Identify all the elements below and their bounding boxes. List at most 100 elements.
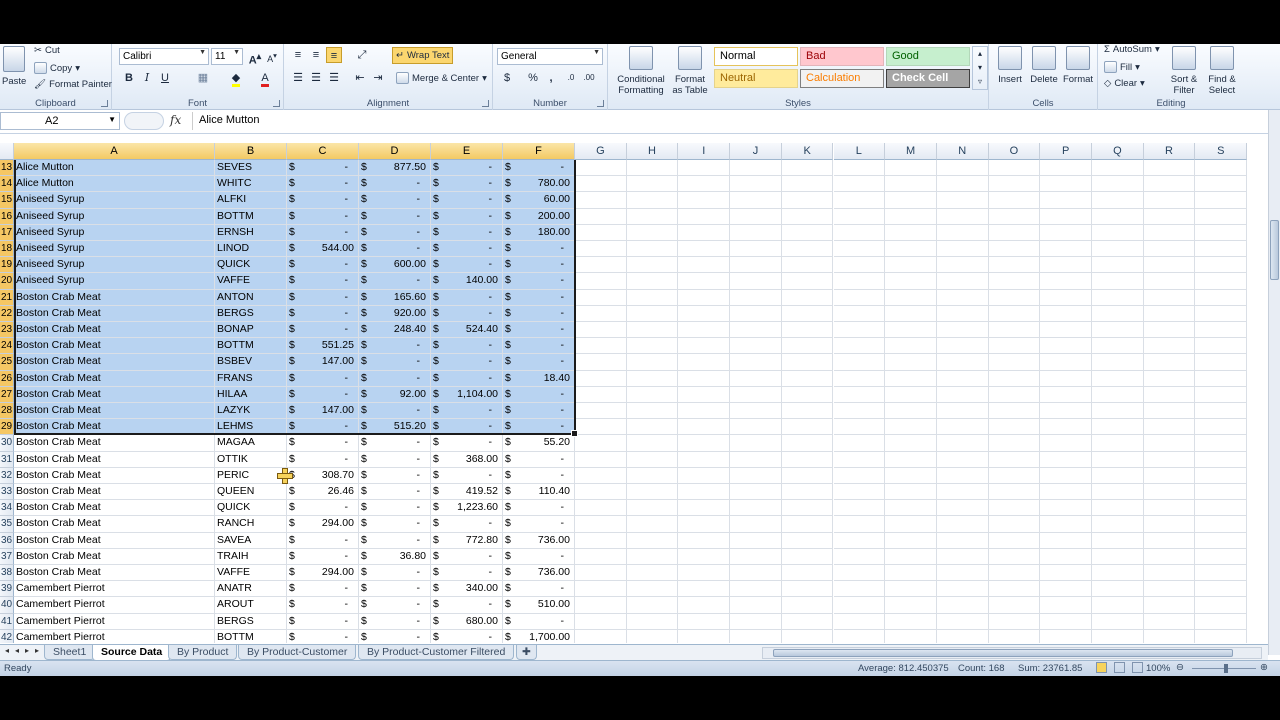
empty-cell[interactable] [1195, 192, 1248, 209]
empty-cell[interactable] [988, 548, 1041, 565]
empty-cell[interactable] [678, 548, 731, 565]
empty-cell[interactable] [1092, 435, 1144, 452]
empty-cell[interactable] [885, 289, 937, 306]
empty-cell[interactable] [575, 548, 627, 565]
empty-cell[interactable] [936, 257, 989, 274]
alignment-launcher-icon[interactable] [482, 100, 489, 107]
empty-cell[interactable] [781, 257, 834, 274]
cell-d[interactable]: $165.60 [359, 289, 431, 306]
formula-input[interactable]: Alice Mutton [192, 112, 1270, 130]
page-break-view-icon[interactable] [1132, 662, 1143, 673]
empty-cell[interactable] [1092, 322, 1144, 339]
cell-a[interactable]: Boston Crab Meat [14, 419, 215, 436]
empty-cell[interactable] [1040, 338, 1092, 355]
empty-cell[interactable] [833, 500, 886, 517]
empty-cell[interactable] [678, 597, 731, 614]
empty-cell[interactable] [988, 176, 1041, 193]
align-top-icon[interactable]: ≡ [290, 47, 306, 63]
cell-c[interactable]: $ - [287, 224, 359, 241]
empty-cell[interactable] [833, 192, 886, 209]
cell-d[interactable]: $ - [359, 241, 431, 258]
empty-cell[interactable] [885, 322, 937, 339]
empty-cell[interactable] [678, 629, 731, 643]
empty-cell[interactable] [781, 386, 834, 403]
empty-cell[interactable] [936, 565, 989, 582]
empty-cell[interactable] [730, 629, 782, 643]
empty-cell[interactable] [1144, 629, 1196, 643]
empty-cell[interactable] [575, 403, 627, 420]
vertical-scrollbar[interactable] [1268, 110, 1280, 655]
empty-cell[interactable] [885, 224, 937, 241]
empty-cell[interactable] [936, 484, 989, 501]
cell-c[interactable]: $ - [287, 451, 359, 468]
font-color-button[interactable]: A [257, 70, 273, 87]
empty-cell[interactable] [833, 305, 886, 322]
cell-f[interactable]: $ - [503, 289, 575, 306]
empty-cell[interactable] [988, 338, 1041, 355]
cell-style-3[interactable]: Neutral [714, 69, 798, 88]
empty-cell[interactable] [885, 176, 937, 193]
row-header[interactable]: 16 [0, 208, 14, 225]
row-header[interactable]: 20 [0, 273, 14, 290]
cell-e[interactable]: $772.80 [431, 532, 503, 549]
empty-cell[interactable] [1040, 241, 1092, 258]
cell-b[interactable]: BOTTM [215, 208, 287, 225]
column-header-l[interactable]: L [833, 143, 886, 160]
cell-f[interactable]: $ - [503, 516, 575, 533]
row-header[interactable]: 21 [0, 289, 14, 306]
empty-cell[interactable] [1195, 484, 1248, 501]
cell-f[interactable]: $110.40 [503, 484, 575, 501]
cell-f[interactable]: $ - [503, 322, 575, 339]
cell-e[interactable]: $140.00 [431, 273, 503, 290]
empty-cell[interactable] [1040, 565, 1092, 582]
cell-a[interactable]: Boston Crab Meat [14, 354, 215, 371]
empty-cell[interactable] [626, 403, 679, 420]
empty-cell[interactable] [1195, 516, 1248, 533]
empty-cell[interactable] [885, 435, 937, 452]
cell-f[interactable]: $1,700.00 [503, 629, 575, 643]
empty-cell[interactable] [1040, 629, 1092, 643]
empty-cell[interactable] [988, 208, 1041, 225]
empty-cell[interactable] [626, 435, 679, 452]
cell-a[interactable]: Boston Crab Meat [14, 322, 215, 339]
last-sheet-icon[interactable]: ▸ [32, 646, 42, 655]
column-header-a[interactable]: A [14, 143, 215, 160]
cell-a[interactable]: Boston Crab Meat [14, 403, 215, 420]
column-header-s[interactable]: S [1195, 143, 1248, 160]
empty-cell[interactable] [626, 273, 679, 290]
empty-cell[interactable] [1040, 500, 1092, 517]
empty-cell[interactable] [678, 467, 731, 484]
cell-c[interactable]: $ - [287, 208, 359, 225]
cell-c[interactable]: $ - [287, 160, 359, 177]
empty-cell[interactable] [988, 516, 1041, 533]
cell-f[interactable]: $ - [503, 305, 575, 322]
empty-cell[interactable] [936, 176, 989, 193]
empty-cell[interactable] [678, 354, 731, 371]
empty-cell[interactable] [936, 435, 989, 452]
empty-cell[interactable] [1143, 613, 1196, 630]
sheet-tab[interactable]: By Product [168, 645, 238, 660]
empty-cell[interactable] [1143, 484, 1196, 501]
empty-cell[interactable] [626, 532, 679, 549]
empty-cell[interactable] [626, 208, 679, 225]
column-header-j[interactable]: J [730, 143, 782, 160]
format-painter-button[interactable]: 🖌 Format Painter [34, 79, 112, 90]
cell-style-2[interactable]: Good [886, 47, 970, 66]
empty-cell[interactable] [936, 338, 989, 355]
empty-cell[interactable] [1040, 419, 1092, 436]
empty-cell[interactable] [1040, 403, 1092, 420]
cell-style-4[interactable]: Calculation [800, 69, 884, 88]
cell-b[interactable]: BOTTM [215, 338, 287, 355]
empty-cell[interactable] [781, 208, 834, 225]
empty-cell[interactable] [1195, 613, 1248, 630]
cell-b[interactable]: WHITC [215, 176, 287, 193]
empty-cell[interactable] [1040, 484, 1092, 501]
empty-cell[interactable] [730, 305, 782, 322]
empty-cell[interactable] [1143, 370, 1196, 387]
empty-cell[interactable] [1195, 257, 1248, 274]
empty-cell[interactable] [1143, 467, 1196, 484]
cell-f[interactable]: $ - [503, 548, 575, 565]
empty-cell[interactable] [1195, 289, 1248, 306]
cell-a[interactable]: Camembert Pierrot [14, 629, 215, 643]
empty-cell[interactable] [575, 160, 627, 177]
